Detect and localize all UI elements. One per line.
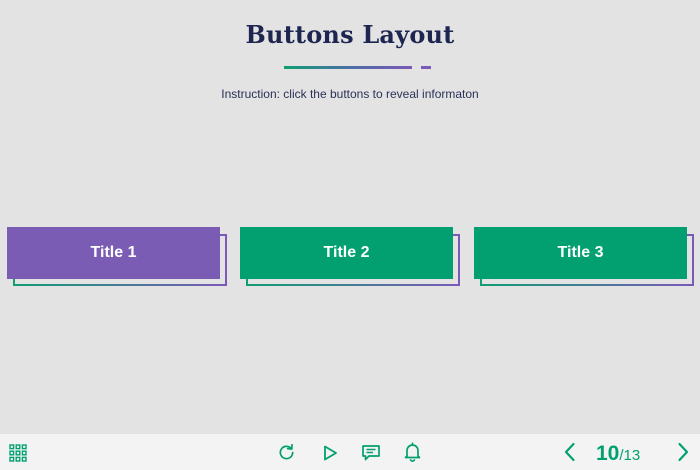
page-indicator: 10/13 (596, 442, 641, 465)
title-underline (284, 66, 412, 69)
previous-arrow-icon[interactable] (563, 442, 577, 462)
grid-menu-icon[interactable] (9, 444, 27, 462)
title-3-button[interactable]: Title 3 (474, 227, 687, 279)
next-arrow-icon[interactable] (676, 442, 690, 462)
title-3-button-group: Title 3 (474, 227, 696, 288)
title-1-button-group: Title 1 (7, 227, 229, 288)
current-page: 10 (596, 442, 620, 465)
title-underline-dash (421, 66, 431, 69)
transcript-icon[interactable] (361, 444, 381, 462)
play-icon[interactable] (321, 444, 339, 462)
title-2-button-group: Title 2 (240, 227, 462, 288)
slide-content: Buttons Layout Instruction: click the bu… (0, 0, 700, 434)
page-title: Buttons Layout (245, 20, 455, 49)
title-1-button[interactable]: Title 1 (7, 227, 220, 279)
replay-icon[interactable] (277, 443, 296, 462)
total-pages: 13 (623, 447, 641, 464)
title-2-button[interactable]: Title 2 (240, 227, 453, 279)
player-control-bar (0, 434, 700, 470)
instruction-text: Instruction: click the buttons to reveal… (221, 87, 479, 101)
notification-bell-icon[interactable] (403, 442, 422, 462)
